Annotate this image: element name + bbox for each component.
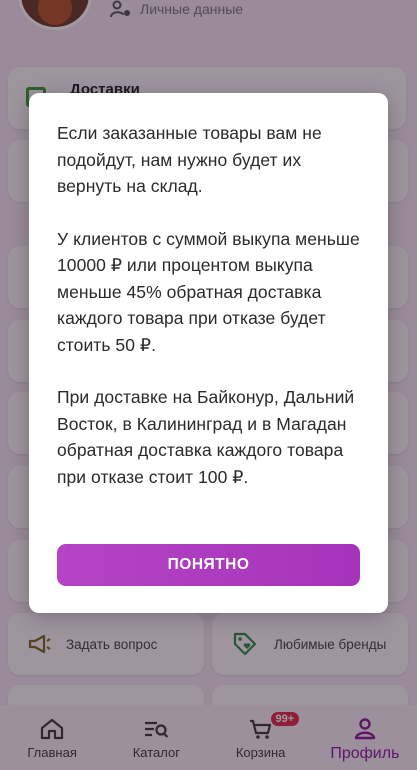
ok-button[interactable]: ПОНЯТНО <box>57 544 360 586</box>
dialog-paragraph: При доставке на Байконур, Дальний Восток… <box>57 387 355 487</box>
dialog-paragraph: У клиентов с суммой выкупа меньше 10000 … <box>57 228 360 355</box>
dialog-paragraph: Если заказанные товары вам не подойдут, … <box>57 123 322 196</box>
return-info-dialog: Если заказанные товары вам не подойдут, … <box>29 93 388 613</box>
